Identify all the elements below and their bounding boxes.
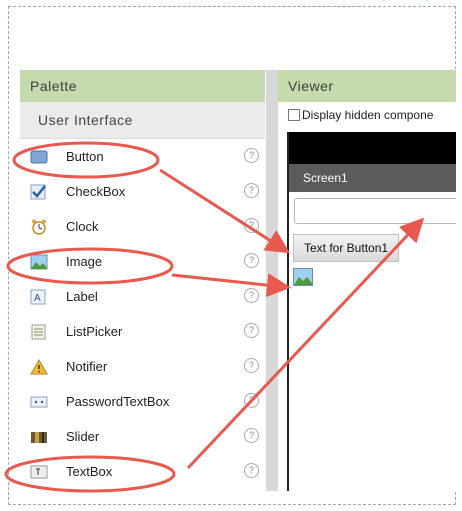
- decorative-curve: [383, 0, 428, 5]
- screen-title: Screen1: [289, 164, 456, 192]
- palette-title: Palette: [20, 70, 265, 102]
- help-icon[interactable]: ?: [244, 183, 259, 198]
- help-icon[interactable]: ?: [244, 393, 259, 408]
- palette-item-label: Slider: [66, 429, 100, 444]
- help-icon[interactable]: ?: [244, 463, 259, 478]
- help-icon[interactable]: ?: [244, 428, 259, 443]
- palette-item-textbox[interactable]: TextBox ?: [20, 454, 265, 489]
- palette-item-label: CheckBox: [66, 184, 126, 199]
- svg-text:A: A: [34, 293, 41, 304]
- palette-item-label: Notifier: [66, 359, 108, 374]
- help-icon[interactable]: ?: [244, 358, 259, 373]
- display-hidden-label: Display hidden compone: [302, 108, 434, 122]
- palette-item-clock[interactable]: Clock ?: [20, 209, 265, 244]
- slider-icon: [30, 428, 48, 446]
- image-icon: [30, 253, 48, 271]
- palette-item-label: Clock: [66, 219, 99, 234]
- phone-status-bar: [289, 132, 456, 164]
- preview-image-icon[interactable]: [293, 268, 313, 286]
- palette-item-label: PasswordTextBox: [66, 394, 170, 409]
- palette-item-notifier[interactable]: Notifier ?: [20, 349, 265, 384]
- palette-item-checkbox[interactable]: CheckBox ?: [20, 174, 265, 209]
- help-icon[interactable]: ?: [244, 288, 259, 303]
- palette-item-passwordtextbox[interactable]: PasswordTextBox ?: [20, 384, 265, 419]
- palette-item-label: Image: [66, 254, 103, 269]
- palette-section-user-interface[interactable]: User Interface: [20, 102, 265, 139]
- passwordtextbox-icon: [30, 393, 48, 411]
- preview-button[interactable]: Text for Button1: [293, 234, 400, 262]
- palette-item-label: Button: [66, 149, 104, 164]
- palette-item-button[interactable]: Button ?: [20, 139, 265, 174]
- preview-textbox[interactable]: [294, 198, 456, 224]
- palette-item-label[interactable]: A Label ?: [20, 279, 265, 314]
- clock-icon: [30, 218, 48, 236]
- palette-panel: Palette User Interface Button ? CheckBox…: [20, 70, 265, 491]
- display-hidden-checkbox[interactable]: [288, 109, 300, 121]
- palette-item-label: ListPicker: [66, 324, 123, 339]
- palette-item-slider[interactable]: Slider ?: [20, 419, 265, 454]
- help-icon[interactable]: ?: [244, 253, 259, 268]
- palette-item-label: Label: [66, 289, 98, 304]
- label-icon: A: [30, 288, 48, 306]
- viewer-panel: Viewer Display hidden compone Screen1 Te…: [278, 70, 456, 491]
- palette-item-label: TextBox: [66, 464, 113, 479]
- viewer-title: Viewer: [278, 70, 456, 102]
- phone-preview: Screen1 Text for Button1: [287, 132, 456, 491]
- panel-splitter[interactable]: [266, 70, 278, 491]
- textbox-icon: [30, 463, 48, 481]
- button-icon: [30, 148, 48, 166]
- help-icon[interactable]: ?: [244, 218, 259, 233]
- notifier-icon: [30, 358, 48, 376]
- palette-item-image[interactable]: Image ?: [20, 244, 265, 279]
- help-icon[interactable]: ?: [244, 148, 259, 163]
- palette-item-listpicker[interactable]: ListPicker ?: [20, 314, 265, 349]
- checkbox-icon: [30, 183, 48, 201]
- display-hidden-row[interactable]: Display hidden compone: [278, 102, 456, 128]
- listpicker-icon: [30, 323, 48, 341]
- help-icon[interactable]: ?: [244, 323, 259, 338]
